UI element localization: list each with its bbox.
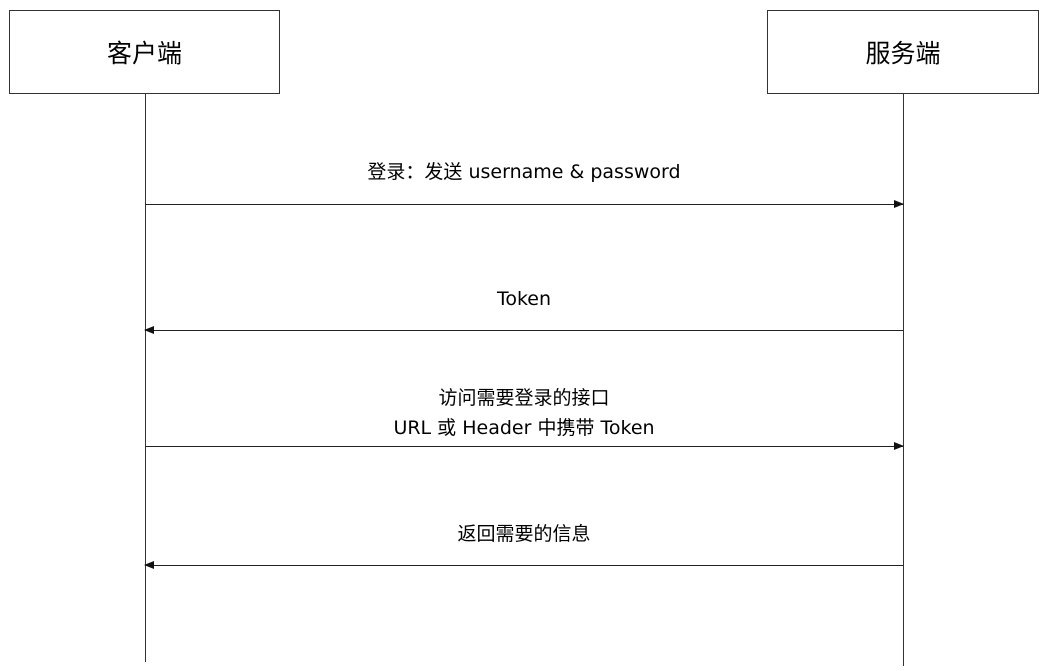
message-1-arrow — [145, 200, 904, 208]
message-2-line-1: Token — [496, 288, 552, 310]
message-1-line-1: 登录：发送 username & password — [367, 161, 681, 183]
message-1-label: 登录：发送 username & password — [145, 157, 903, 187]
message-4-label: 返回需要的信息 — [145, 519, 903, 549]
message-3-line-2: URL 或 Header 中携带 Token — [393, 417, 655, 439]
actor-client-box: 客户端 — [9, 10, 280, 94]
message-2-arrow — [144, 326, 903, 334]
message-3-line-1: 访问需要登录的接口 — [438, 387, 610, 409]
message-4-arrow — [144, 561, 903, 569]
arrowhead-left-icon — [144, 561, 154, 569]
arrowhead-right-icon — [894, 200, 904, 208]
message-3-arrow — [145, 442, 904, 450]
actor-client-label: 客户端 — [106, 39, 182, 68]
arrowhead-right-icon — [894, 442, 904, 450]
arrowhead-left-icon — [144, 326, 154, 334]
message-3-label: 访问需要登录的接口 URL 或 Header 中携带 Token — [145, 383, 903, 443]
message-4-line-1: 返回需要的信息 — [457, 523, 591, 545]
server-lifeline — [903, 94, 904, 666]
message-2-label: Token — [145, 284, 903, 314]
actor-server-box: 服务端 — [767, 10, 1039, 94]
actor-server-label: 服务端 — [865, 39, 941, 68]
